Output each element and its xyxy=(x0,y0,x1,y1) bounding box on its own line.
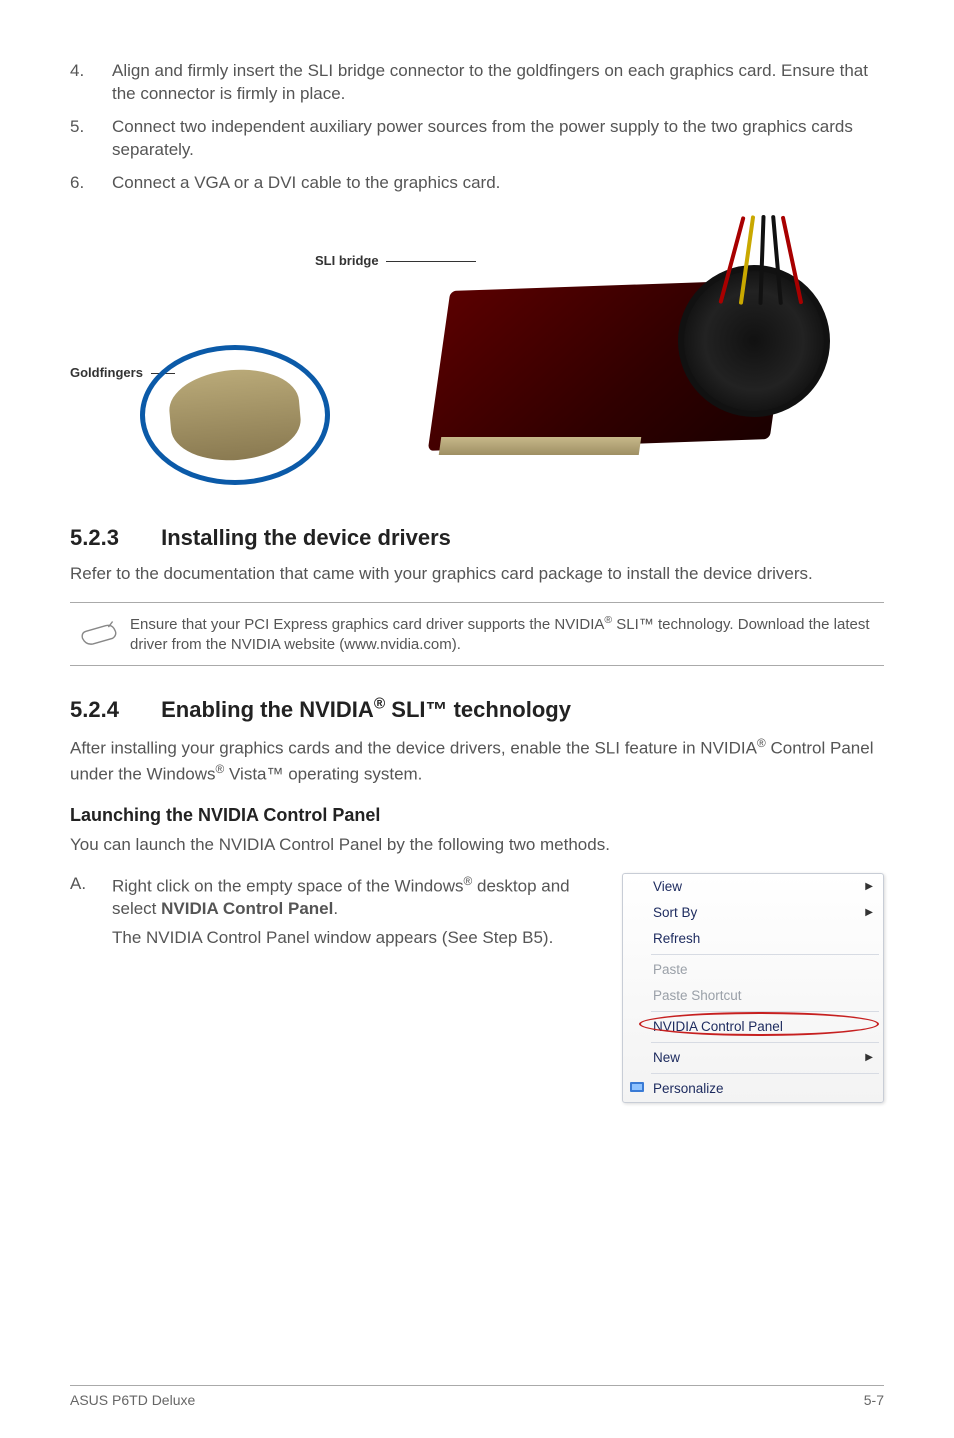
step-5: 5. Connect two independent auxiliary pow… xyxy=(70,116,884,162)
menu-item-nvidia-control-panel[interactable]: NVIDIA Control Panel xyxy=(623,1014,883,1040)
title-post: SLI™ technology xyxy=(385,697,571,722)
submenu-arrow-icon: ▶ xyxy=(865,881,873,892)
body-sup2: ® xyxy=(216,762,225,776)
line1-end: . xyxy=(333,899,338,918)
menu-item-sortby[interactable]: Sort By ▶ xyxy=(623,900,883,926)
body-pre: After installing your graphics cards and… xyxy=(70,739,757,758)
menu-label: Refresh xyxy=(653,931,700,946)
body-sup1: ® xyxy=(757,736,766,750)
note-sup: ® xyxy=(604,614,612,626)
menu-item-personalize[interactable]: Personalize xyxy=(623,1076,883,1102)
step-4: 4. Align and firmly insert the SLI bridg… xyxy=(70,60,884,106)
personalize-icon xyxy=(629,1080,645,1096)
submenu-arrow-icon: ▶ xyxy=(865,1052,873,1063)
body-post: Vista™ operating system. xyxy=(224,765,422,784)
menu-item-paste: Paste xyxy=(623,957,883,983)
step-a-text: Right click on the empty space of the Wi… xyxy=(112,873,602,950)
goldfingers-highlight-circle xyxy=(140,345,330,485)
step-text: Connect a VGA or a DVI cable to the grap… xyxy=(112,172,884,195)
context-menu: View ▶ Sort By ▶ Refresh Paste Paste Sho… xyxy=(622,873,884,1103)
note-block: Ensure that your PCI Express graphics ca… xyxy=(70,602,884,667)
graphics-card-illustration xyxy=(400,225,820,485)
card-slot-shape xyxy=(439,437,642,455)
menu-separator xyxy=(651,954,879,955)
numbered-steps: 4. Align and firmly insert the SLI bridg… xyxy=(70,60,884,195)
note-hand-icon xyxy=(70,613,130,652)
menu-separator xyxy=(651,1011,879,1012)
section-title: Installing the device drivers xyxy=(161,525,451,550)
step-number: 6. xyxy=(70,172,112,195)
sli-bridge-figure: SLI bridge Goldfingers xyxy=(70,215,884,495)
line1-pre: Right click on the empty space of the Wi… xyxy=(112,876,464,895)
section-523-body: Refer to the documentation that came wit… xyxy=(70,563,884,586)
menu-label: Paste Shortcut xyxy=(653,988,742,1003)
section-number: 5.2.3 xyxy=(70,525,155,551)
section-524-heading: 5.2.4 Enabling the NVIDIA® SLI™ technolo… xyxy=(70,696,884,723)
step-6: 6. Connect a VGA or a DVI cable to the g… xyxy=(70,172,884,195)
step-text: Align and firmly insert the SLI bridge c… xyxy=(112,60,884,106)
menu-item-view[interactable]: View ▶ xyxy=(623,874,883,900)
menu-label: NVIDIA Control Panel xyxy=(653,1019,783,1034)
sli-bridge-label-text: SLI bridge xyxy=(315,253,379,268)
menu-label: Personalize xyxy=(653,1081,724,1096)
menu-item-refresh[interactable]: Refresh xyxy=(623,926,883,952)
section-title: Enabling the NVIDIA® SLI™ technology xyxy=(161,697,571,722)
menu-label: View xyxy=(653,879,682,894)
launching-intro: You can launch the NVIDIA Control Panel … xyxy=(70,834,884,857)
submenu-arrow-icon: ▶ xyxy=(865,907,873,918)
section-number: 5.2.4 xyxy=(70,697,155,723)
menu-separator xyxy=(651,1042,879,1043)
menu-label: Paste xyxy=(653,962,688,977)
line1-bold: NVIDIA Control Panel xyxy=(161,899,333,918)
page-footer: ASUS P6TD Deluxe 5-7 xyxy=(70,1385,884,1408)
power-cables xyxy=(720,215,840,305)
title-sup: ® xyxy=(374,696,385,713)
step-a: A. Right click on the empty space of the… xyxy=(70,873,602,950)
menu-item-paste-shortcut: Paste Shortcut xyxy=(623,983,883,1009)
section-524-body: After installing your graphics cards and… xyxy=(70,735,884,786)
menu-label: New xyxy=(653,1050,680,1065)
line1-sup: ® xyxy=(464,874,473,888)
step-number: 4. xyxy=(70,60,112,106)
section-523-heading: 5.2.3 Installing the device drivers xyxy=(70,525,884,551)
menu-item-new[interactable]: New ▶ xyxy=(623,1045,883,1071)
step-a-line1: Right click on the empty space of the Wi… xyxy=(112,873,602,922)
title-pre: Enabling the NVIDIA xyxy=(161,697,374,722)
footer-page-number: 5-7 xyxy=(864,1392,884,1408)
goldfingers-label-text: Goldfingers xyxy=(70,365,143,380)
launching-subheading: Launching the NVIDIA Control Panel xyxy=(70,805,884,826)
step-text: Connect two independent auxiliary power … xyxy=(112,116,884,162)
menu-separator xyxy=(651,1073,879,1074)
step-a-line2: The NVIDIA Control Panel window appears … xyxy=(112,927,602,950)
step-number: 5. xyxy=(70,116,112,162)
step-letter: A. xyxy=(70,873,112,950)
footer-product: ASUS P6TD Deluxe xyxy=(70,1392,195,1408)
note-text-pre: Ensure that your PCI Express graphics ca… xyxy=(130,616,604,633)
menu-label: Sort By xyxy=(653,905,697,920)
note-text: Ensure that your PCI Express graphics ca… xyxy=(130,613,884,656)
